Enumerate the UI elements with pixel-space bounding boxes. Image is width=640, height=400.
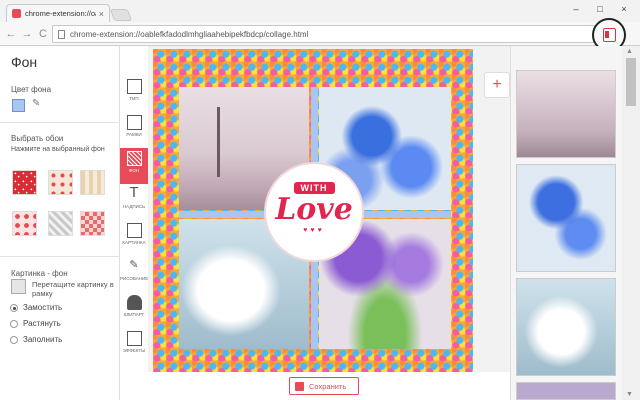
wallpaper-option[interactable] [12, 211, 37, 236]
tool-label: КАРТИНКА [122, 240, 146, 245]
save-bar: Сохранить [148, 372, 510, 400]
wallpaper-option[interactable] [80, 170, 105, 195]
thumbnail[interactable] [516, 164, 616, 272]
tool-clipart[interactable]: КЛИПАРТ [120, 292, 148, 328]
save-label: Сохранить [309, 381, 347, 391]
bg-color-swatch[interactable] [12, 99, 25, 112]
radio-stretch[interactable] [10, 320, 18, 328]
minimize-button[interactable]: – [568, 3, 584, 15]
forward-button[interactable]: → [20, 27, 34, 41]
photo-thumbnails-panel: ▲ ▼ [510, 46, 640, 400]
divider [0, 122, 120, 123]
layout-icon [126, 79, 142, 94]
back-button[interactable]: ← [4, 27, 18, 41]
eyedropper-icon[interactable]: ✎ [32, 98, 40, 109]
url-text: chrome-extension://oablefkfadodlmhgliaah… [70, 29, 309, 39]
background-settings-panel: Фон Цвет фона ✎ Выбрать обои Нажмите на … [0, 46, 120, 400]
close-window-button[interactable]: × [616, 3, 632, 15]
address-bar: ← → C chrome-extension://oablefkfadodlmh… [0, 22, 640, 63]
collage-canvas[interactable]: WITH Love ♥♥♥ [153, 49, 473, 372]
drop-hint: Перетащите картинку в рамку [32, 280, 114, 298]
hearts-icon: ♥♥♥ [303, 227, 325, 234]
save-button[interactable]: Сохранить [289, 377, 359, 395]
tool-text[interactable]: T НАДПИСЬ [120, 184, 148, 220]
tool-label: РИСОВАНИЕ [120, 276, 149, 281]
tool-label: ЭФФЕКТЫ [122, 348, 146, 353]
tool-background[interactable]: ФОН [120, 148, 148, 184]
wallpaper-option[interactable] [48, 211, 73, 236]
tool-strip: ТИП РАМКИ ФОН T НАДПИСЬ КАРТИНКА ✎ РИСОВАН… [120, 76, 148, 370]
radio-fill[interactable] [10, 336, 18, 344]
wallpaper-option[interactable] [12, 170, 37, 195]
reload-button[interactable]: C [36, 27, 50, 41]
thumbnail[interactable] [516, 70, 616, 158]
tool-layout[interactable]: ТИП [120, 76, 148, 112]
effects-icon [126, 331, 142, 346]
tool-label: РАМКИ [126, 132, 142, 137]
tab-title: chrome-extension://oabl [25, 9, 96, 18]
canvas-area: WITH Love ♥♥♥ [148, 46, 510, 400]
radio-tile[interactable] [10, 304, 18, 312]
radio-fill-label: Заполнить [23, 335, 63, 344]
new-tab-button[interactable] [109, 9, 133, 21]
tool-label: ТИП [129, 96, 139, 101]
wallpaper-label: Выбрать обои [11, 134, 64, 143]
radio-tile-label: Замостить [23, 303, 63, 312]
wallpaper-option[interactable] [80, 211, 105, 236]
background-icon [126, 151, 142, 166]
picture-bg-label: Картинка - фон [11, 269, 68, 278]
tool-label: КЛИПАРТ [123, 312, 145, 317]
thumbnail[interactable] [516, 382, 616, 400]
maximize-button[interactable]: □ [592, 3, 608, 15]
bg-color-label: Цвет фона [11, 85, 52, 94]
text-icon: T [129, 184, 139, 201]
love-clipart[interactable]: WITH Love ♥♥♥ [266, 164, 362, 260]
extension-favicon-icon [12, 9, 21, 18]
scrollbar[interactable]: ▲ ▼ [622, 46, 640, 400]
tool-picture[interactable]: КАРТИНКА [120, 220, 148, 256]
wallpaper-option[interactable] [48, 170, 73, 195]
browser-tab[interactable]: chrome-extension://oabl × [6, 4, 110, 22]
frame-icon [126, 115, 142, 130]
panel-title: Фон [11, 54, 38, 70]
tool-effects[interactable]: ЭФФЕКТЫ [120, 328, 148, 364]
tool-frames[interactable]: РАМКИ [120, 112, 148, 148]
tool-label: НАДПИСЬ [122, 204, 146, 209]
scroll-up-icon[interactable]: ▲ [626, 48, 633, 55]
tab-close-icon[interactable]: × [99, 9, 104, 19]
save-icon [295, 381, 304, 391]
add-photo-button[interactable]: + [484, 72, 510, 98]
picture-drop-zone[interactable] [11, 279, 26, 294]
clipart-love-text: Love [275, 192, 353, 227]
wallpaper-hint: Нажмите на выбранный фон [11, 146, 105, 153]
tool-label: ФОН [128, 168, 140, 173]
radio-stretch-label: Растянуть [23, 319, 61, 328]
pencil-icon: ✎ [129, 259, 139, 271]
tool-drawing[interactable]: ✎ РИСОВАНИЕ [120, 256, 148, 292]
thumbnail[interactable] [516, 278, 616, 376]
page-icon [58, 29, 65, 39]
divider [0, 256, 120, 257]
title-bar: chrome-extension://oabl × – □ × [0, 0, 640, 22]
url-input[interactable]: chrome-extension://oablefkfadodlmhgliaah… [52, 25, 600, 43]
hat-icon [126, 295, 142, 310]
scroll-down-icon[interactable]: ▼ [626, 391, 633, 398]
collage-extension-icon [603, 28, 616, 42]
picture-icon [126, 223, 142, 238]
scroll-thumb[interactable] [626, 58, 636, 106]
